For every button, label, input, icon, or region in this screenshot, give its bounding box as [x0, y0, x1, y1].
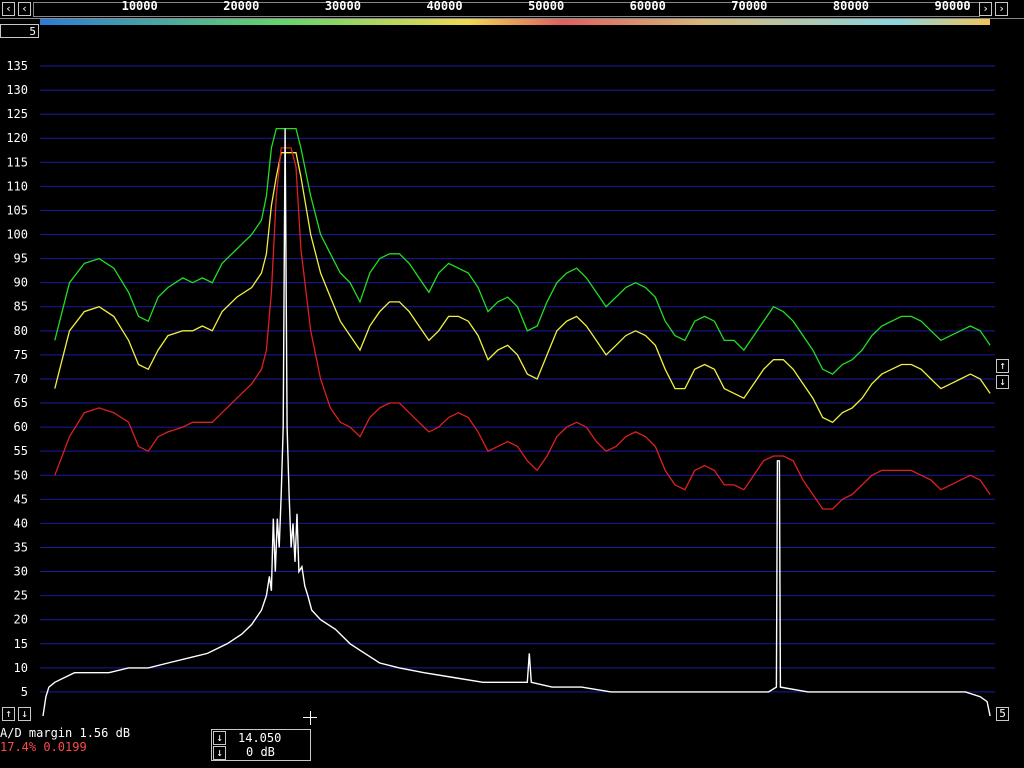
freq-down-button[interactable]: ↓ — [213, 731, 226, 745]
freq-label: 50000 — [528, 0, 565, 13]
freq-label: 40000 — [426, 0, 463, 13]
gain-down-button[interactable]: ↓ — [213, 746, 226, 760]
freq-label: 10000 — [121, 0, 158, 13]
y-tick-label: 20 — [14, 613, 28, 627]
status-readout: 17.4% 0.0199 — [0, 740, 87, 754]
freq-label: 30000 — [324, 0, 361, 13]
y-tick-label: 65 — [14, 396, 28, 410]
cursor-cross-v — [310, 711, 311, 725]
frequency-control-box: ↓ 14.050 ↓ 0 dB — [211, 729, 311, 761]
y-tick-label: 40 — [14, 516, 28, 530]
y-tick-label: 105 — [6, 203, 28, 217]
y-tick-label: 115 — [6, 155, 28, 169]
freq-label: 80000 — [832, 0, 870, 13]
y-tick-label: 80 — [14, 324, 28, 338]
scale-up-button[interactable]: ↑ — [996, 359, 1009, 373]
y-tick-label: 130 — [6, 83, 28, 97]
y-tick-label: 15 — [14, 637, 28, 651]
scale-down-button[interactable]: ↓ — [996, 375, 1009, 389]
scroll-right-alt-icon[interactable]: › — [995, 2, 1008, 16]
y-tick-label: 125 — [6, 107, 28, 121]
y-tick-label: 55 — [14, 444, 28, 458]
y-tick-label: 35 — [14, 540, 28, 554]
scroll-right-icon[interactable]: › — [979, 2, 992, 16]
y-tick-label: 45 — [14, 492, 28, 506]
series-line-3 — [42, 128, 991, 717]
y-tick-label: 70 — [14, 372, 28, 386]
freq-label: 90000 — [934, 0, 971, 13]
y-tick-label: 100 — [6, 228, 28, 242]
series-line-1 — [54, 152, 991, 424]
y-tick-label: 30 — [14, 565, 28, 579]
y-tick-label: 25 — [14, 589, 28, 603]
freq-label: 20000 — [223, 0, 260, 13]
y-tick-label: 10 — [14, 661, 28, 675]
spectrum-plot: 5 10 15 20 25 30 35 40 45 50 55 60 65 70 75 80 85 90 95 100… — [6, 59, 995, 717]
left-up-button[interactable]: ↑ — [2, 707, 15, 721]
gain-value: 0 dB — [246, 745, 275, 759]
y-tick-label: 135 — [6, 59, 28, 73]
series-line-0 — [54, 127, 991, 375]
top-frequency-strip: ‹ ‹ › › 10000 20000 30000 40000 50000 60000 70… — [0, 0, 1024, 19]
freq-value: 14.050 — [238, 731, 282, 745]
freq-label: 70000 — [731, 0, 768, 13]
left-down-button[interactable]: ↓ — [18, 707, 31, 721]
series-line-2 — [54, 147, 991, 510]
y-tick-label: 95 — [14, 252, 28, 266]
color-scale-bar — [40, 19, 990, 25]
corner-button[interactable]: 5 — [996, 707, 1009, 721]
scroll-left-alt-icon[interactable]: ‹ — [18, 2, 31, 16]
y-tick-label: 50 — [14, 468, 28, 482]
y-tick-label: 75 — [14, 348, 28, 362]
y-tick-label: 60 — [14, 420, 28, 434]
y-tick-label: 110 — [6, 179, 28, 193]
y-tick-label: 5 — [21, 685, 28, 699]
scroll-left-icon[interactable]: ‹ — [2, 2, 15, 16]
ad-margin-text: A/D margin 1.56 dB — [0, 726, 131, 740]
y-tick-label: 90 — [14, 276, 28, 290]
y-tick-label: 85 — [14, 300, 28, 314]
y-tick-label: 120 — [6, 131, 28, 145]
freq-label: 60000 — [629, 0, 666, 13]
